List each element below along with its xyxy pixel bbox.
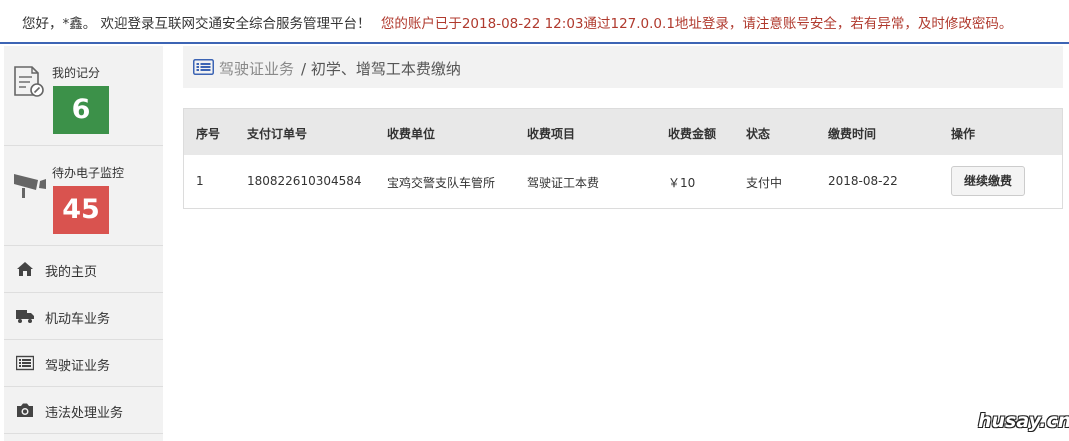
truck-icon [16,308,34,324]
watermark-logo: husay.cn [978,410,1069,432]
column-header-order-no: 支付订单号 [247,127,308,141]
my-points-count: 6 [53,86,109,134]
sidebar-item-label: 驾驶证业务 [45,359,111,374]
photo-camera-icon [16,402,34,418]
column-header-status: 状态 [746,127,771,141]
row-order-no: 180822610304584 [247,174,362,188]
continue-payment-button[interactable]: 继续缴费 [951,166,1025,196]
sidebar-item-label: 我的主页 [45,265,98,280]
my-points-label: 我的记分 [52,66,101,80]
table-row: 1 180822610304584 宝鸡交警支队车管所 驾驶证工本费 ￥10 支… [184,155,1062,208]
sidebar-item-label: 违法处理业务 [45,406,124,421]
breadcrumb-section-link[interactable]: 驾驶证业务 [219,58,294,79]
camera-icon [12,164,48,204]
sidebar-item-vehicle[interactable]: 机动车业务 [4,293,163,340]
list-card-icon [15,355,35,371]
list-card-icon [193,59,214,79]
column-header-item: 收费项目 [527,127,576,141]
column-header-unit: 收费单位 [387,127,436,141]
breadcrumb: 驾驶证业务 / 初学、增驾工本费缴纳 [183,46,1063,88]
sidebar-item-label: 机动车业务 [45,312,111,327]
row-amount: ￥10 [668,176,696,190]
row-status: 支付中 [746,176,783,190]
pending-monitor-label: 待办电子监控 [52,166,125,180]
row-index: 1 [196,174,204,188]
top-notice-bar: 您好，*鑫。 欢迎登录互联网交通安全综合服务管理平台！ 您的账户已于2018-0… [0,0,1069,44]
home-icon [16,261,34,277]
row-item: 驾驶证工本费 [527,176,600,190]
sidebar: 我的记分 6 待办电子监控 45 我的主页 机动车业务 驾驶证业务 违法处理业务 [4,46,163,441]
login-security-notice: 您的账户已于2018-08-22 12:03通过127.0.0.1地址登录，请注… [380,16,1013,32]
sidebar-item-home[interactable]: 我的主页 [4,246,163,293]
row-unit: 宝鸡交警支队车管所 [387,176,496,190]
page-title: / 初学、增驾工本费缴纳 [301,60,461,78]
table-header-row: 序号 支付订单号 收费单位 收费项目 收费金额 状态 缴费时间 操作 [184,109,1062,155]
column-header-action: 操作 [951,127,976,141]
sidebar-item-violation[interactable]: 违法处理业务 [4,387,163,434]
sidebar-item-license[interactable]: 驾驶证业务 [4,340,163,387]
welcome-text: 您好，*鑫。 欢迎登录互联网交通安全综合服务管理平台！ [22,16,371,32]
column-header-time: 缴费时间 [828,127,877,141]
pending-monitor-card[interactable]: 待办电子监控 45 [4,146,163,246]
payment-table: 序号 支付订单号 收费单位 收费项目 收费金额 状态 缴费时间 操作 1 180… [183,108,1063,209]
pending-monitor-count: 45 [53,186,109,234]
row-time: 2018-08-22 [828,174,898,188]
column-header-amount: 收费金额 [668,127,717,141]
my-points-card[interactable]: 我的记分 6 [4,46,163,146]
document-pen-icon [12,64,46,102]
column-header-index: 序号 [196,127,221,141]
